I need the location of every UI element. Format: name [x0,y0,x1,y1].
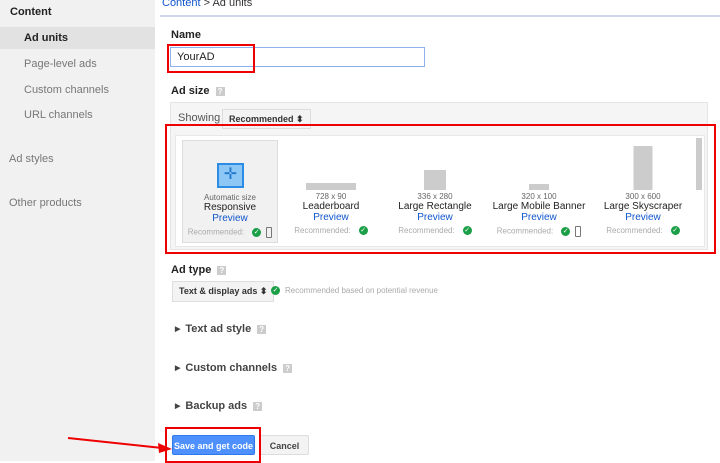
annotation-arrow-icon [67,437,172,453]
